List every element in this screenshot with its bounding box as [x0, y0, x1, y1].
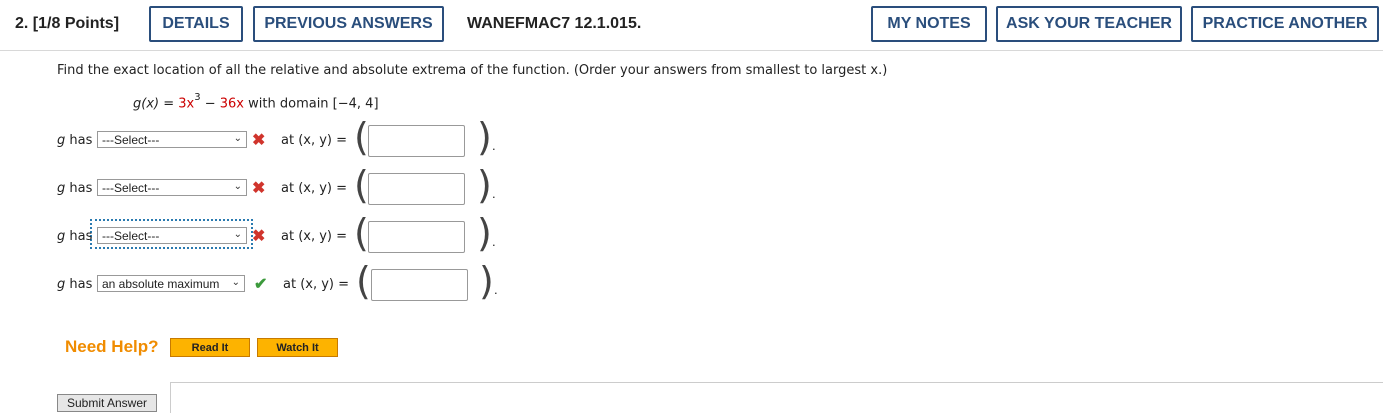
at-xy-label: at (x, y) =: [281, 229, 348, 244]
question-prompt: Find the exact location of all the relat…: [57, 63, 888, 78]
chevron-down-icon: ⌄: [233, 229, 242, 240]
chevron-down-icon: ⌄: [233, 181, 242, 192]
coordinate-input[interactable]: [371, 269, 468, 301]
period: .: [492, 234, 496, 249]
header-divider: [0, 50, 1383, 51]
extremum-type-select[interactable]: ---Select--- ⌄: [97, 131, 247, 148]
left-paren: (: [354, 163, 369, 207]
g-has-label: g has: [57, 181, 93, 196]
at-xy-label: at (x, y) =: [281, 133, 348, 148]
response-panel: [170, 382, 1383, 413]
g-has-label: g has: [57, 277, 93, 292]
minus-sign: −: [200, 96, 220, 112]
g-has-label: g has: [57, 229, 93, 244]
extremum-type-select[interactable]: ---Select--- ⌄: [97, 227, 247, 244]
period: .: [492, 186, 496, 201]
right-paren: ): [477, 163, 492, 207]
incorrect-x-icon: ✖: [252, 132, 266, 149]
g-has-label: g has: [57, 133, 93, 148]
left-paren: (: [354, 115, 369, 159]
answer-row: g has ---Select--- ⌄ ✖ at (x, y) = ( ) .: [57, 214, 517, 254]
term-cubic: 3x: [178, 96, 195, 112]
submit-answer-button[interactable]: Submit Answer: [57, 394, 157, 412]
coordinate-input[interactable]: [368, 125, 465, 157]
assignment-code: WANEFMAC7 12.1.015.: [467, 15, 642, 32]
question-number: 2. [1/8 Points]: [15, 15, 120, 32]
practice-another-button[interactable]: PRACTICE ANOTHER: [1191, 6, 1379, 42]
function-domain: with domain [−4, 4]: [244, 96, 379, 112]
extremum-type-select[interactable]: ---Select--- ⌄: [97, 179, 247, 196]
at-xy-label: at (x, y) =: [283, 277, 350, 292]
previous-answers-button[interactable]: PREVIOUS ANSWERS: [253, 6, 444, 42]
term-linear: 36x: [219, 96, 245, 112]
read-it-button[interactable]: Read It: [170, 338, 250, 357]
coordinate-input[interactable]: [368, 221, 465, 253]
coordinate-input[interactable]: [368, 173, 465, 205]
function-definition: g(x) = 3x3 − 36x with domain [−4, 4]: [133, 92, 379, 112]
correct-check-icon: ✔: [254, 276, 268, 293]
my-notes-button[interactable]: MY NOTES: [871, 6, 987, 42]
need-help-label: Need Help?: [65, 337, 159, 356]
period: .: [494, 282, 498, 297]
function-lhs: g(x) =: [133, 96, 179, 112]
answer-row: g has ---Select--- ⌄ ✖ at (x, y) = ( ) .: [57, 166, 517, 206]
incorrect-x-icon: ✖: [252, 228, 266, 245]
ask-your-teacher-button[interactable]: ASK YOUR TEACHER: [996, 6, 1182, 42]
answer-row: g has ---Select--- ⌄ ✖ at (x, y) = ( ) .: [57, 118, 517, 158]
left-paren: (: [354, 211, 369, 255]
watch-it-button[interactable]: Watch It: [257, 338, 338, 357]
right-paren: ): [477, 211, 492, 255]
answer-row: g has an absolute maximum ⌄ ✔ at (x, y) =…: [57, 262, 517, 302]
chevron-down-icon: ⌄: [233, 133, 242, 144]
period: .: [492, 138, 496, 153]
extremum-type-select[interactable]: an absolute maximum ⌄: [97, 275, 245, 292]
left-paren: (: [356, 259, 371, 303]
at-xy-label: at (x, y) =: [281, 181, 348, 196]
question-header: 2. [1/8 Points] DETAILS PREVIOUS ANSWERS…: [0, 0, 1383, 50]
right-paren: ): [477, 115, 492, 159]
incorrect-x-icon: ✖: [252, 180, 266, 197]
chevron-down-icon: ⌄: [231, 277, 240, 288]
details-button[interactable]: DETAILS: [149, 6, 243, 42]
exponent: 3: [194, 92, 201, 103]
right-paren: ): [479, 259, 494, 303]
